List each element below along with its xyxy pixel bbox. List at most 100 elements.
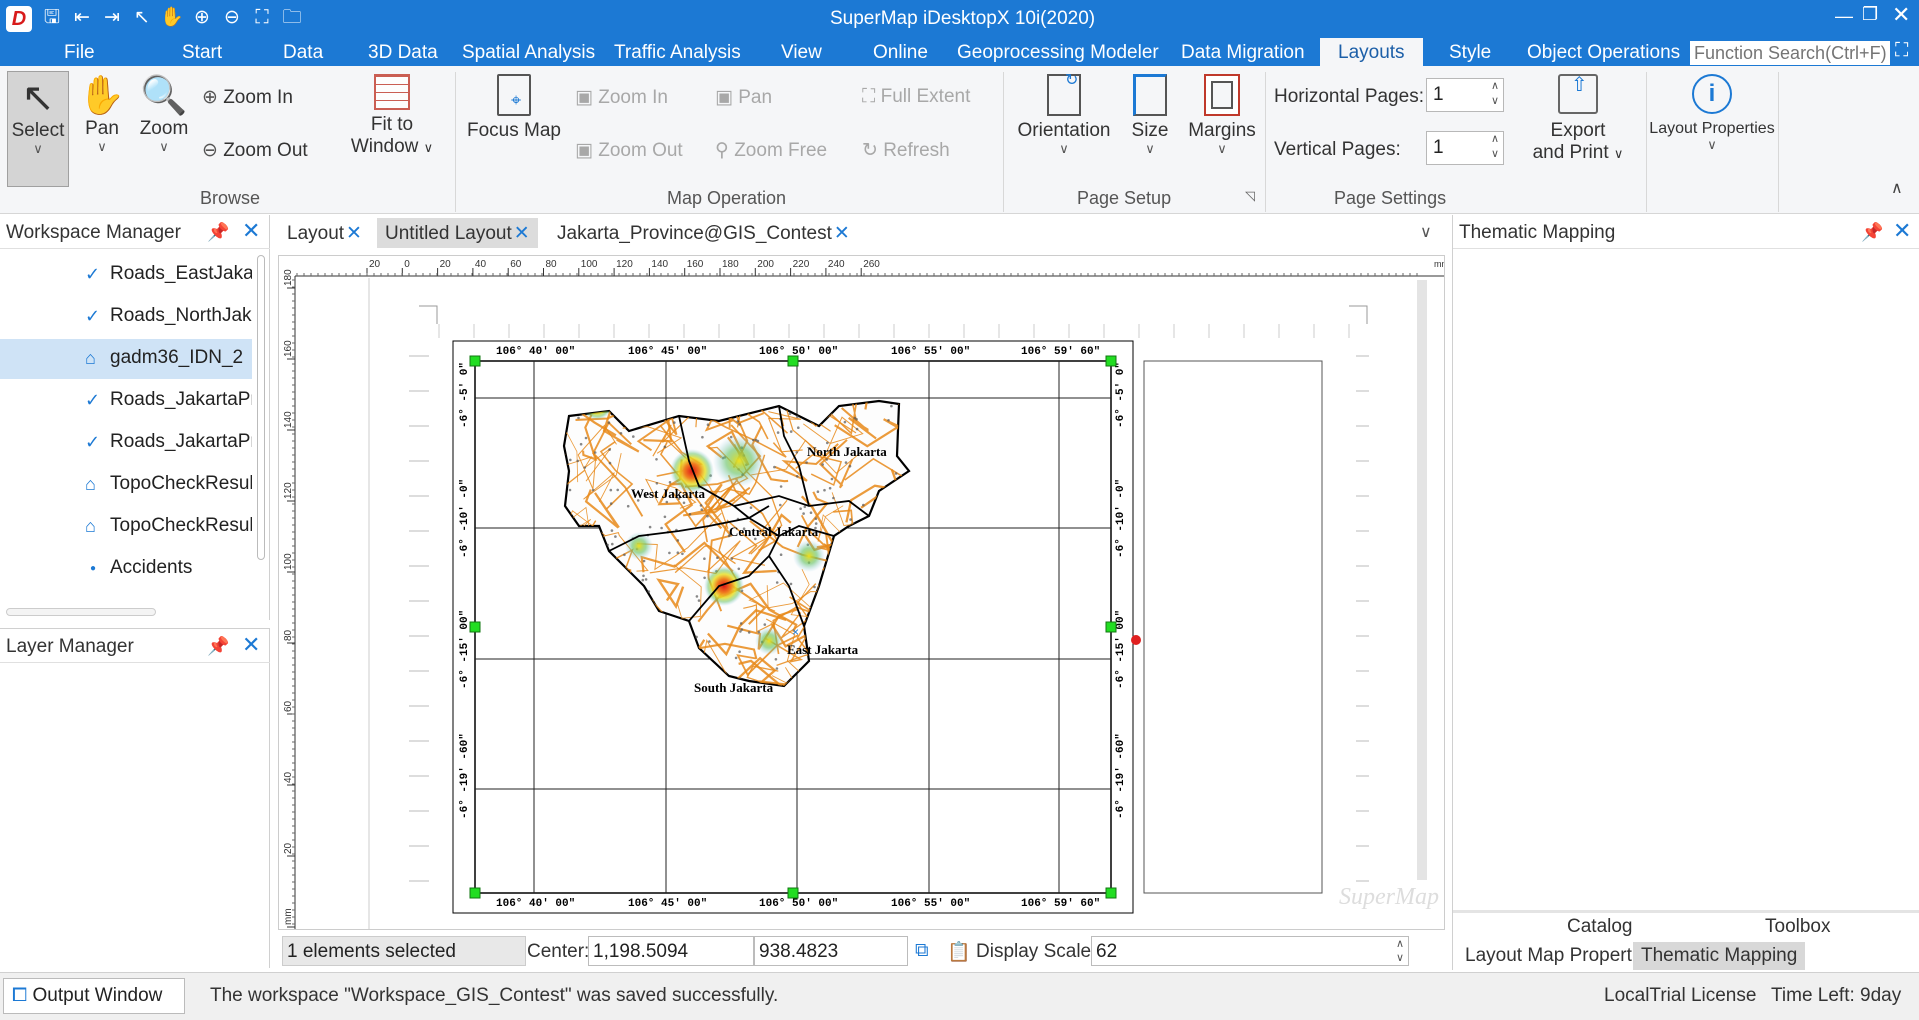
tab-untitled-layout[interactable]: Untitled Layout ✕ [377,218,538,248]
menu-geoprocessing-modeler[interactable]: Geoprocessing Modeler [957,42,1159,64]
full-extent-button[interactable]: ⛶ Full Extent [862,86,970,108]
spinner-arrows-icon[interactable]: ∧ ∨ [1491,132,1499,162]
save-icon[interactable]: 🖫 [40,6,64,30]
menu-online[interactable]: Online [873,42,928,64]
scrollbar[interactable] [257,255,265,560]
export-print-button[interactable]: ⇧ Export and Print ∨ [1518,74,1638,164]
function-search-input[interactable] [1690,41,1890,65]
tab-thematic-mapping[interactable]: Thematic Mapping [1633,942,1806,970]
collapse-ribbon-icon[interactable]: ∧ [1891,178,1903,198]
close-icon[interactable]: ✕ [1893,218,1911,244]
menu-data[interactable]: Data [283,42,323,64]
zoom-in-icon[interactable]: ⊕ [190,6,214,30]
horizontal-pages-spinner[interactable]: 1 ∧ ∨ [1426,78,1504,112]
tab-jakarta-province[interactable]: Jakarta_Province@GIS_Contest ✕ [549,218,858,248]
menu-file[interactable]: File [64,42,95,64]
tree-item[interactable]: ⌂ TopoCheckResult [0,507,252,547]
pin-icon[interactable]: 📌 [207,222,229,243]
tree-item[interactable]: ✓ Roads_JakartaPro [0,381,252,421]
orientation-button[interactable]: ↻ Orientation ∨ [1012,72,1116,156]
copy-icon[interactable]: ⧉ [915,940,929,962]
close-tab-icon[interactable]: ✕ [514,223,530,244]
horizontal-scrollbar[interactable] [6,608,156,616]
full-extent-icon[interactable]: ⛶ [250,6,274,30]
layout-map[interactable]: 106° 40′ 00″ 106° 40′ 00″ 106° 45′ 00″ 106°… [279,256,1445,930]
menu-object-operations[interactable]: Object Operations [1527,42,1680,64]
zoom-in-button[interactable]: ⊕ Zoom In [202,86,293,109]
close-window-icon[interactable]: ✕ [1892,2,1910,28]
tab-layout-map-properties[interactable]: Layout Map Properties [1465,945,1656,967]
menu-layouts[interactable]: Layouts [1320,38,1423,66]
minimize-icon[interactable]: — [1835,6,1853,27]
size-button[interactable]: Size ∨ [1126,74,1174,156]
selection-handle[interactable] [1105,621,1117,633]
display-scale-field[interactable]: 62 ∧ ∨ [1091,936,1409,966]
select-button[interactable]: ↖ Select ∨ [7,71,69,187]
tab-toolbox[interactable]: Toolbox [1765,916,1831,938]
menu-style[interactable]: Style [1449,42,1491,64]
close-tab-icon[interactable]: ✕ [834,223,850,244]
pin-icon[interactable]: 📌 [1861,222,1883,243]
map-zoom-in-button[interactable]: ▣ Zoom In [575,86,668,109]
open-folder-icon[interactable]: 🗀 [280,6,304,30]
selection-handle[interactable] [469,355,481,367]
layout-properties-button[interactable]: i Layout Properties ∨ [1648,74,1776,152]
close-tab-icon[interactable]: ✕ [346,223,362,244]
zoom-free-button[interactable]: ⚲ Zoom Free [715,139,827,162]
pan-button[interactable]: ✋ Pan ∨ [76,74,128,154]
menu-traffic-analysis[interactable]: Traffic Analysis [614,42,741,64]
refresh-button[interactable]: ↻ Refresh [862,139,950,162]
menu-start[interactable]: Start [182,42,222,64]
zoom-out-button[interactable]: ⊖ Zoom Out [202,139,308,162]
zoom-out-icon[interactable]: ⊖ [220,6,244,30]
dialog-launcher-icon[interactable]: ◹ [1245,188,1255,204]
pin-icon[interactable]: 📌 [207,636,229,657]
close-icon[interactable]: ✕ [242,632,260,658]
output-window-button[interactable]: ⧠ Output Window [3,978,185,1014]
zoom-button[interactable]: 🔍 Zoom ∨ [136,74,192,154]
menu-data-migration[interactable]: Data Migration [1181,42,1305,64]
tab-catalog[interactable]: Catalog [1567,916,1633,938]
export-icon[interactable]: ⇥ [100,6,124,30]
layout-canvas[interactable]: 20 0 20 40 60 80 100 120 140 160 180 200 220 240 260 18… [278,255,1445,930]
tree-item[interactable]: ● Accidents [0,549,252,589]
margins-button[interactable]: Margins ∨ [1184,74,1260,156]
orientation-label: Orientation [1017,120,1111,141]
tree-item[interactable]: ✓ Roads_EastJakart [0,255,252,295]
selection-handle[interactable] [469,887,481,899]
vertical-scrollbar[interactable] [1417,280,1427,880]
rotation-handle[interactable] [1131,635,1141,645]
accident-point [663,445,667,449]
map-zoom-out-button[interactable]: ▣ Zoom Out [575,139,683,162]
tree-item[interactable]: ⌂ TopoCheckResult [0,465,252,505]
tab-layout[interactable]: Layout ✕ [279,218,370,248]
legend-box[interactable] [1143,360,1323,894]
center-y-field[interactable]: 938.4823 [754,936,908,966]
fit-to-window-button[interactable]: Fit to Window ∨ [340,74,444,158]
selection-handle[interactable] [1105,355,1117,367]
close-icon[interactable]: ✕ [242,218,260,244]
expand-icon[interactable]: ⛶ [1895,40,1908,62]
vertical-pages-spinner[interactable]: 1 ∧ ∨ [1426,131,1504,165]
map-pan-button[interactable]: ▣ Pan [715,86,772,109]
spinner-arrows-icon[interactable]: ∧ ∨ [1396,937,1404,965]
restore-icon[interactable]: ❐ [1862,4,1878,25]
tree-item[interactable]: ⌂ gadm36_IDN_2 [0,339,252,379]
selection-handle[interactable] [787,355,799,367]
center-x-field[interactable]: 1,198.5094 [588,936,754,966]
hand-icon[interactable]: ✋ [160,6,184,30]
import-icon[interactable]: ⇤ [70,6,94,30]
cursor-icon[interactable]: ↖ [130,6,154,30]
menu-view[interactable]: View [781,42,822,64]
selection-handle[interactable] [787,887,799,899]
paste-icon[interactable]: 📋 [947,940,971,964]
focus-map-button[interactable]: ⌖ Focus Map [466,74,562,142]
spinner-arrows-icon[interactable]: ∧ ∨ [1491,79,1499,109]
tab-list-chevron-icon[interactable]: ∨ [1420,222,1432,242]
tree-item[interactable]: ✓ Roads_NorthJaka [0,297,252,337]
selection-handle[interactable] [469,621,481,633]
tree-item[interactable]: ✓ Roads_JakartaPro [0,423,252,463]
menu-spatial-analysis[interactable]: Spatial Analysis [462,42,595,64]
selection-handle[interactable] [1105,887,1117,899]
menu-3d-data[interactable]: 3D Data [368,42,438,64]
